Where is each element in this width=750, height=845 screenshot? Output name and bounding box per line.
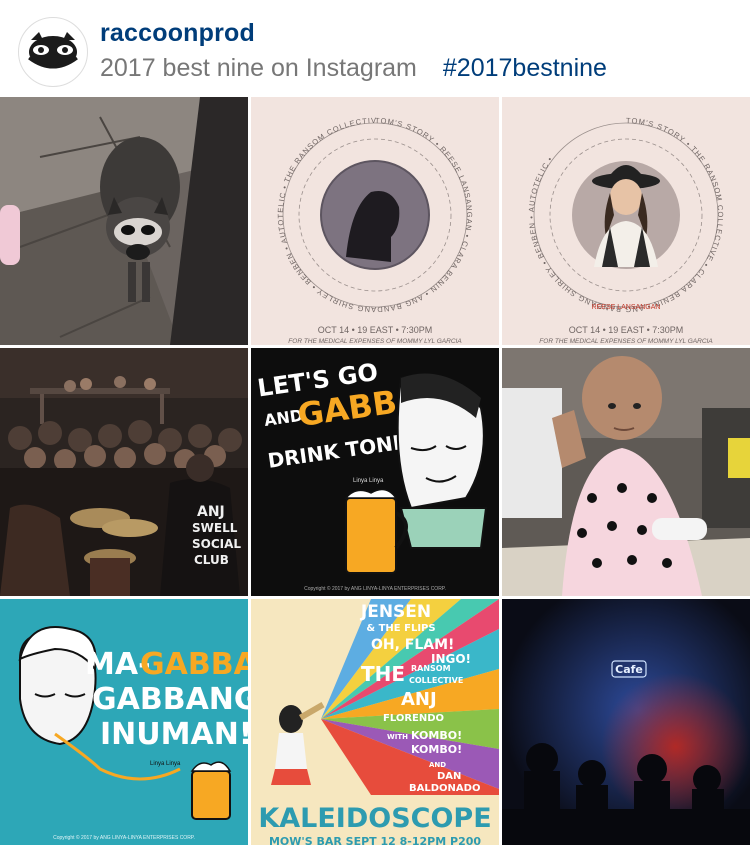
act-5: THE (361, 662, 405, 686)
post-cafe-photo[interactable]: Cafe (502, 599, 750, 845)
magabba-brand: Linya Linya (150, 761, 181, 767)
magabba-copyright: Copyright © 2017 by ANG LINYA-LINYA ENTE… (53, 834, 195, 841)
raccoon-logo-icon (28, 32, 78, 69)
poster-silhouette-image: TOM'S STORY • REESE LANSANGAN • CLARA BE… (251, 97, 499, 345)
best-nine-grid: TOM'S STORY • REESE LANSANGAN • CLARA BE… (0, 97, 750, 845)
gabba-drink-image: LET'S GO AND GABBA DRINK TONIGHT! Linya … (251, 348, 499, 596)
username[interactable]: raccoonprod (100, 19, 255, 48)
act-13: AND (429, 761, 446, 769)
act-3: OH, FLAM! (371, 637, 454, 653)
child-photo-image (502, 348, 750, 596)
hashtag-link[interactable]: #2017bestnine (443, 54, 607, 82)
post-caption: 2017 best nine on Instagram #2017bestnine (100, 54, 607, 83)
shirt-line-2: SWELL (192, 521, 238, 535)
post-kaleidoscope[interactable]: JENSEN & THE FLIPS OH, FLAM! INGO! THE R… (251, 599, 499, 845)
magabba-line-2: GABBA (140, 647, 248, 682)
poster-date: OCT 14 • 19 EAST • 7:30PM (318, 325, 433, 335)
act-9: FLORENDO (383, 713, 444, 724)
magabba-line-3: GABBANG (92, 682, 248, 717)
kaleido-title: KALEIDOSCOPE (258, 803, 491, 834)
poster-subline: FOR THE MEDICAL EXPENSES OF MOMMY LYL GA… (288, 338, 461, 345)
magabba-line-4: INUMAN! (100, 717, 248, 752)
concert-photo-image: ANJ SWELL SOCIAL CLUB (0, 348, 248, 596)
poster-subline: FOR THE MEDICAL EXPENSES OF MOMMY LYL GA… (539, 338, 712, 345)
poster-ring-highlight: REESE LANSANGAN (592, 304, 661, 311)
act-8: ANJ (401, 689, 437, 710)
act-12: KOMBO! (411, 743, 462, 756)
kaleidoscope-image: JENSEN & THE FLIPS OH, FLAM! INGO! THE R… (251, 599, 499, 845)
shirt-line-3: SOCIAL (192, 537, 241, 551)
post-ma-gabba[interactable]: MA- GABBA GABBANG INUMAN! Linya Linya Co… (0, 599, 248, 845)
gabba-copyright: Copyright © 2017 by ANG LINYA-LINYA ENTE… (304, 585, 446, 592)
shirt-line-4: CLUB (194, 553, 229, 567)
poster-reese-image: TOM'S STORY • THE RANSOM COLLECTIVE • CL… (502, 97, 750, 345)
raccoon-photo-image (0, 97, 248, 345)
post-poster-silhouette[interactable]: TOM'S STORY • REESE LANSANGAN • CLARA BE… (251, 97, 499, 345)
act-14: DAN (437, 771, 461, 782)
cafe-sign: Cafe (615, 663, 643, 676)
act-15: BALDONADO (409, 783, 480, 794)
shirt-line-1: ANJ (197, 504, 225, 520)
post-header: raccoonprod 2017 best nine on Instagram #… (0, 0, 750, 97)
profile-avatar[interactable] (18, 17, 88, 87)
post-child-photo[interactable] (502, 348, 750, 596)
cafe-photo-image: Cafe (502, 599, 750, 845)
act-7: COLLECTIVE (409, 676, 463, 685)
act-2: & THE FLIPS (366, 623, 435, 634)
caption-text: 2017 best nine on Instagram (100, 54, 417, 82)
post-poster-reese[interactable]: TOM'S STORY • THE RANSOM COLLECTIVE • CL… (502, 97, 750, 345)
act-1: JENSEN (360, 602, 431, 622)
post-gabba-drink[interactable]: LET'S GO AND GABBA DRINK TONIGHT! Linya … (251, 348, 499, 596)
act-6: RANSOM (411, 664, 451, 673)
post-raccoon-photo[interactable] (0, 97, 248, 345)
gabba-brand: Linya Linya (353, 478, 384, 484)
kaleido-footer: MOW'S BAR SEPT 12 8-12PM P200 (269, 835, 481, 845)
poster-date: OCT 14 • 19 EAST • 7:30PM (569, 325, 684, 335)
post-concert-photo[interactable]: ANJ SWELL SOCIAL CLUB (0, 348, 248, 596)
ma-gabba-image: MA- GABBA GABBANG INUMAN! Linya Linya Co… (0, 599, 248, 845)
act-10: WITH (387, 733, 408, 741)
act-11: KOMBO! (411, 729, 462, 742)
